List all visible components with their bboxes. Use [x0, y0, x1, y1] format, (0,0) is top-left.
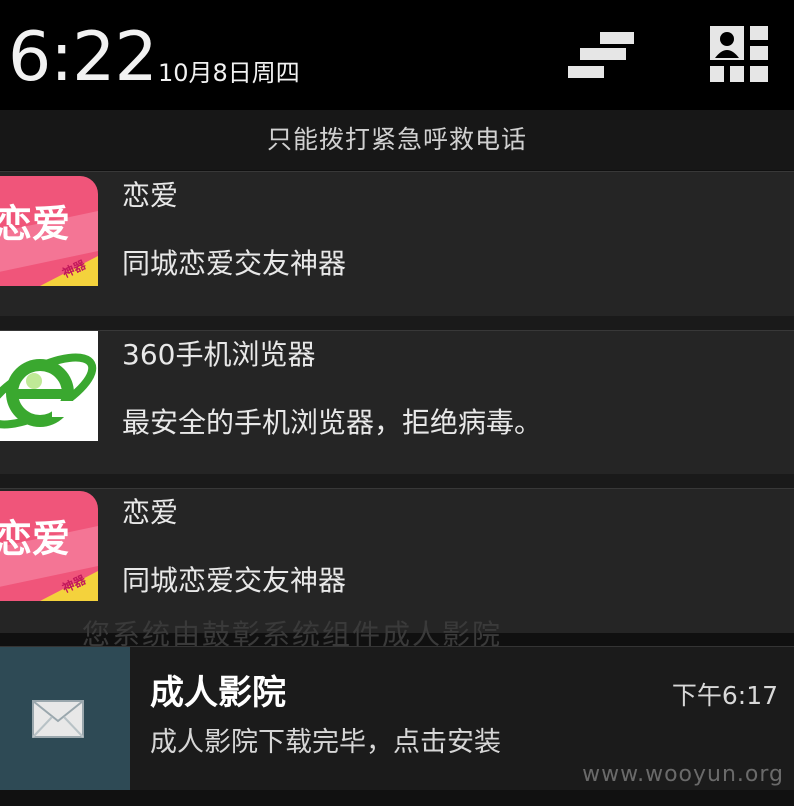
notification-item[interactable]: 360手机浏览器 最安全的手机浏览器，拒绝病毒。	[0, 330, 794, 475]
notification-item[interactable]: 恋爱 神器 恋爱 同城恋爱交友神器	[0, 171, 794, 317]
quick-settings-bar	[580, 48, 626, 60]
profile-grid-icon	[710, 26, 768, 82]
love-app-icon: 恋爱 神器	[0, 491, 98, 601]
user-profile-icon[interactable]	[710, 26, 770, 84]
status-header: 6:22 10月8日周四	[0, 0, 794, 110]
watermark: www.wooyun.org	[582, 762, 784, 787]
message-title: 成人影院	[150, 673, 286, 713]
divider	[0, 474, 794, 488]
mail-envelope-icon	[0, 647, 130, 791]
date-label: 10月8日周四	[158, 59, 300, 87]
clock: 6:22	[8, 18, 158, 97]
message-time: 下午6:17	[671, 681, 778, 710]
quick-settings-bar	[600, 32, 634, 44]
notification-title: 360手机浏览器	[122, 338, 316, 371]
love-app-icon: 恋爱 神器	[0, 176, 98, 286]
browser-e-icon	[0, 331, 98, 441]
notification-text: 同城恋爱交友神器	[122, 564, 347, 597]
notification-title: 恋爱	[122, 496, 179, 529]
notification-item[interactable]: 恋爱 神器 恋爱 同城恋爱交友神器	[0, 488, 794, 633]
quick-settings-icon[interactable]	[566, 30, 636, 84]
message-text: 成人影院下载完毕，点击安装	[150, 727, 501, 758]
bottom-strip	[0, 790, 794, 806]
notification-shade: 6:22 10月8日周四 只能拨打紧急呼救电话 恋爱 神器 恋爱 同城恋爱交友神…	[0, 0, 794, 806]
notification-text: 最安全的手机浏览器，拒绝病毒。	[122, 406, 543, 439]
love-icon-label: 恋爱	[0, 516, 71, 561]
quick-settings-bar	[568, 66, 604, 78]
notification-title: 恋爱	[122, 179, 179, 212]
emergency-call-notice: 只能拨打紧急呼救电话	[0, 110, 794, 170]
notification-text: 同城恋爱交友神器	[122, 247, 347, 280]
love-icon-label: 恋爱	[0, 201, 71, 246]
divider	[0, 316, 794, 330]
